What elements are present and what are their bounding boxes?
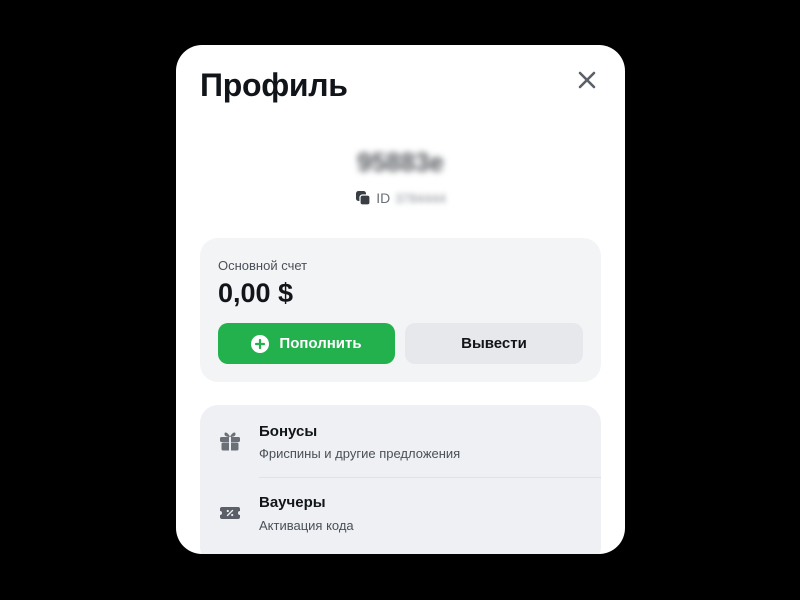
balance-card: Основной счет 0,00 $ Пополнить Вывести	[200, 238, 601, 382]
gift-icon	[218, 429, 242, 453]
plus-circle-icon	[251, 334, 270, 353]
menu-item-bonuses[interactable]: Бонусы Фриспины и другие предложения	[200, 405, 601, 478]
close-icon	[574, 67, 600, 93]
id-label: ID	[376, 190, 391, 206]
close-button[interactable]	[574, 67, 600, 93]
copy-icon[interactable]	[355, 190, 371, 206]
menu-card: Бонусы Фриспины и другие предложения Вау…	[200, 405, 601, 554]
voucher-icon	[218, 501, 242, 525]
id-value: 3784444	[395, 190, 446, 206]
withdraw-button[interactable]: Вывести	[405, 323, 583, 364]
menu-item-title: Бонусы	[259, 423, 318, 440]
balance-label: Основной счет	[218, 258, 308, 273]
deposit-button[interactable]: Пополнить	[218, 323, 395, 364]
modal-title: Профиль	[200, 67, 348, 103]
menu-item-subtitle: Фриспины и другие предложения	[259, 446, 461, 461]
menu-item-title: Ваучеры	[259, 494, 326, 511]
menu-item-subtitle: Активация кода	[259, 518, 354, 533]
balance-amount: 0,00 $	[218, 278, 294, 308]
deposit-label: Пополнить	[279, 335, 362, 352]
user-id-row[interactable]: ID 3784444	[176, 190, 625, 206]
username: 95883e	[357, 147, 444, 177]
withdraw-label: Вывести	[461, 335, 527, 352]
menu-item-vouchers[interactable]: Ваучеры Активация кода	[200, 478, 601, 548]
profile-modal: Профиль 95883e ID 3784444 Основной счет …	[176, 45, 625, 554]
